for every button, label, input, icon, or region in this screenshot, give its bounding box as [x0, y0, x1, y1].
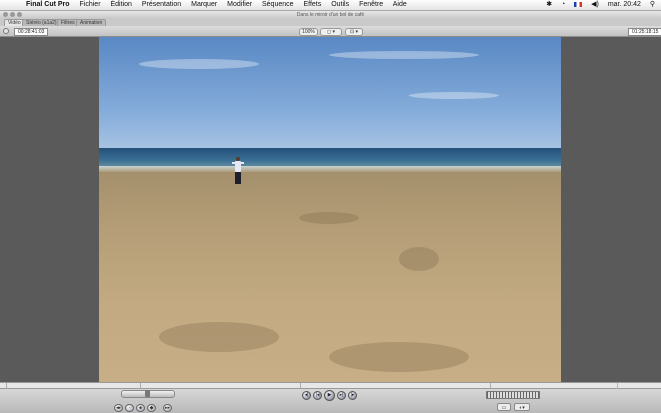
menu-sequence[interactable]: Séquence [262, 1, 294, 8]
scrubber-bar[interactable] [0, 382, 661, 389]
menu-marquer[interactable]: Marquer [191, 1, 217, 8]
beach-sand [99, 172, 561, 382]
play-button[interactable]: ▶ [324, 390, 335, 401]
menu-fichier[interactable]: Fichier [80, 1, 101, 8]
duration-timecode[interactable]: 00:28:41:03 [14, 28, 49, 36]
jog-wheel[interactable] [486, 391, 540, 399]
mark-clip-button[interactable]: ◦ [125, 404, 134, 412]
view-popup[interactable]: ◻︎ ▾ [320, 28, 342, 36]
person-legs [235, 172, 241, 184]
viewer-controls-bar: 00:28:41:03 100% ◻︎ ▾ ⊡ ▾ 01:25:18:15 [0, 26, 661, 37]
close-window-icon[interactable] [3, 12, 8, 17]
bluetooth-icon[interactable]: ✱ [546, 1, 552, 8]
spotlight-icon[interactable]: ⚲ [650, 1, 655, 8]
clock-icon [3, 28, 9, 34]
current-timecode[interactable]: 01:25:18:15 [628, 28, 661, 36]
play-around-button[interactable]: ▸▸ [163, 404, 172, 412]
menu-clock[interactable]: mar. 20:42 [608, 1, 641, 8]
video-frame[interactable] [99, 37, 561, 382]
tab-animation[interactable]: Animation [76, 19, 107, 26]
zoom-window-icon[interactable] [17, 12, 22, 17]
add-keyframe-button[interactable]: ◈ [136, 404, 145, 412]
menu-items: Final Cut Pro Fichier Édition Présentati… [26, 0, 415, 10]
recent-clips-button[interactable]: ▭ [497, 403, 511, 411]
shuttle-knob[interactable] [145, 390, 150, 397]
window-title: Dans le miroir d'un bol de café [296, 12, 365, 18]
mark-out-button[interactable]: |▸ [348, 391, 357, 400]
tab-stereo[interactable]: Stéréo (a1a2) [22, 19, 61, 26]
menu-bar: Final Cut Pro Fichier Édition Présentati… [0, 0, 661, 11]
menu-outils[interactable]: Outils [331, 1, 349, 8]
menu-presentation[interactable]: Présentation [142, 1, 181, 8]
add-marker-button[interactable]: ◆ [147, 404, 156, 412]
menu-fenetre[interactable]: Fenêtre [359, 1, 383, 8]
menu-aide[interactable]: Aide [393, 1, 407, 8]
shuttle-control[interactable] [121, 390, 175, 398]
overlay-popup[interactable]: ⊡ ▾ [345, 28, 363, 36]
cloud [139, 59, 259, 69]
sand-mark [399, 247, 439, 271]
menu-effets[interactable]: Effets [303, 1, 321, 8]
cloud [329, 51, 479, 59]
menu-app-final-cut-pro[interactable]: Final Cut Pro [26, 1, 70, 8]
zoom-popup[interactable]: 100% [299, 28, 318, 36]
sand-mark [329, 342, 469, 372]
mark-in-button[interactable]: ◂| [302, 391, 311, 400]
sand-mark [299, 212, 359, 224]
sky [99, 37, 561, 148]
person-on-beach [232, 157, 244, 187]
transport-bar: ◂| |◂ ▶ ▸| |▸ ◂▸ ◦ ◈ ◆ ▸▸ ▭ ◐▾ [0, 389, 661, 413]
cloud [409, 92, 499, 99]
menu-edition[interactable]: Édition [110, 1, 131, 8]
match-frame-button[interactable]: ◂▸ [114, 404, 123, 412]
window-titlebar: Dans le miroir d'un bol de café [0, 11, 661, 19]
wifi-icon[interactable]: ◔ [561, 1, 565, 8]
volume-icon[interactable]: ◀) [591, 1, 599, 8]
menu-extras: ✱ ◔ ◀) mar. 20:42 ⚲ [539, 0, 655, 10]
generator-popup[interactable]: ◐▾ [514, 403, 530, 411]
menu-modifier[interactable]: Modifier [227, 1, 252, 8]
minimize-window-icon[interactable] [10, 12, 15, 17]
viewer-tabs: Vidéo Stéréo (a1a2) Filtres Animation [0, 19, 661, 26]
input-flag-icon[interactable] [574, 1, 583, 7]
previous-edit-button[interactable]: |◂ [313, 391, 322, 400]
person-arms [232, 162, 244, 164]
sand-mark [159, 322, 279, 352]
next-edit-button[interactable]: ▸| [337, 391, 346, 400]
